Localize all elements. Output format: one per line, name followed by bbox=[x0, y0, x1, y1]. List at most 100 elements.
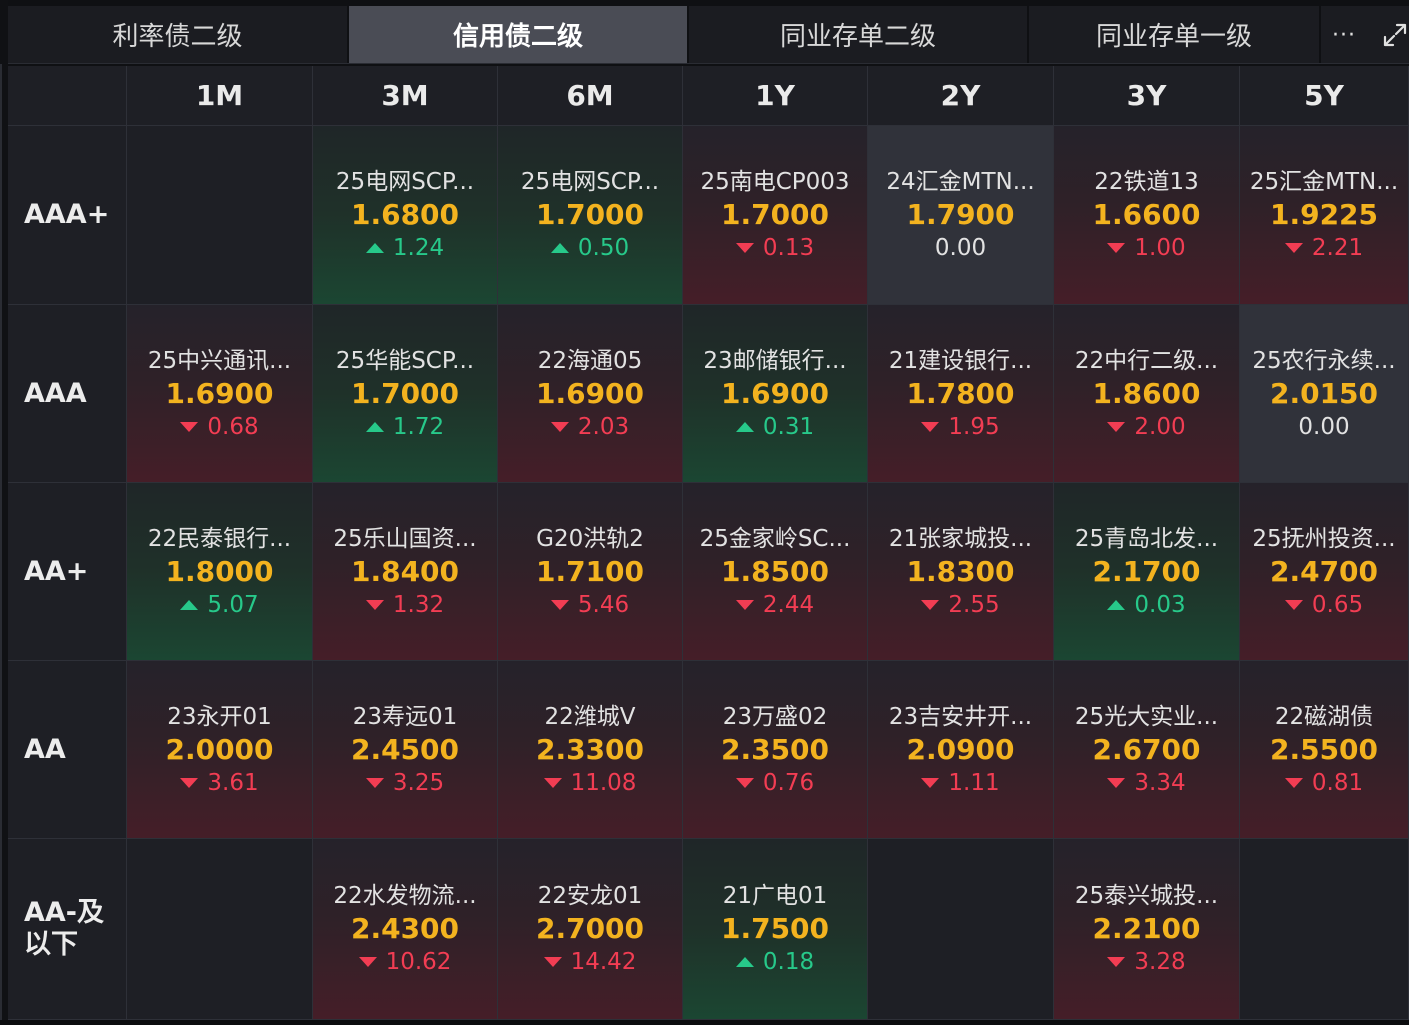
bond-yield: 2.4500 bbox=[350, 732, 460, 766]
bond-name: 25华能SCP... bbox=[335, 347, 475, 374]
triangle-up-icon bbox=[735, 421, 754, 432]
change-value: 1.72 bbox=[392, 413, 445, 440]
expand-icon[interactable] bbox=[1378, 20, 1409, 50]
bond-quote-cell[interactable]: 25抚州投资... 2.4700 0.65 bbox=[1240, 483, 1409, 661]
change-value: 0.65 bbox=[1311, 591, 1364, 618]
tab-credit-secondary[interactable]: 信用债二级 bbox=[349, 6, 689, 63]
yield-change: 14.42 bbox=[543, 946, 636, 978]
change-value: 0.00 bbox=[934, 235, 987, 261]
rating-label: AAA+ bbox=[8, 126, 127, 305]
rating-label: AA-及 以下 bbox=[8, 839, 127, 1020]
bond-quote-cell[interactable]: 22民泰银行... 1.8000 5.07 bbox=[127, 483, 313, 661]
bond-quote-cell[interactable]: 21广电01 1.7500 0.18 bbox=[683, 839, 868, 1020]
tab-ncd-primary[interactable]: 同业存单一级 bbox=[1029, 6, 1321, 63]
triangle-down-icon bbox=[550, 599, 569, 610]
change-value: 0.76 bbox=[762, 769, 815, 796]
bond-quote-cell[interactable]: 21张家城投... 1.8300 2.55 bbox=[868, 483, 1054, 661]
tab-ncd-secondary[interactable]: 同业存单二级 bbox=[689, 6, 1029, 63]
bond-quote-cell[interactable]: 23邮储银行... 1.6900 0.31 bbox=[683, 305, 868, 483]
triangle-down-icon bbox=[1107, 957, 1126, 967]
triangle-down-icon bbox=[735, 777, 754, 788]
bond-quote-cell[interactable]: 25电网SCP... 1.7000 0.50 bbox=[498, 126, 683, 305]
bond-quote-cell[interactable]: 25泰兴城投... 2.2100 3.28 bbox=[1054, 839, 1240, 1020]
triangle-down-icon bbox=[1107, 243, 1126, 253]
yield-change: 0.03 bbox=[1107, 589, 1186, 621]
change-value: 3.25 bbox=[392, 769, 445, 796]
empty-cell bbox=[1240, 839, 1409, 1020]
change-value: 0.68 bbox=[207, 413, 259, 440]
bond-name: 23永开01 bbox=[167, 703, 272, 730]
bond-quote-cell[interactable]: 23永开01 2.0000 3.61 bbox=[127, 661, 313, 839]
bond-quote-cell[interactable]: 22磁湖债 2.5500 0.81 bbox=[1240, 661, 1409, 839]
bond-quote-cell[interactable]: G20洪轨2 1.7100 5.46 bbox=[498, 483, 683, 661]
yield-change: 11.08 bbox=[543, 767, 637, 799]
yield-change: 0.65 bbox=[1284, 589, 1364, 621]
bond-quote-cell[interactable]: 22水发物流... 2.4300 10.62 bbox=[313, 839, 498, 1020]
bond-quote-cell[interactable]: 23吉安井开... 2.0900 1.11 bbox=[868, 661, 1054, 839]
bond-quote-cell[interactable]: 25华能SCP... 1.7000 1.72 bbox=[313, 305, 498, 483]
change-value: 1.32 bbox=[392, 591, 445, 618]
bond-name: 25泰兴城投... bbox=[1074, 883, 1219, 909]
bond-yield: 2.3300 bbox=[535, 732, 645, 766]
change-value: 0.00 bbox=[1298, 413, 1350, 440]
bond-quote-cell[interactable]: 25中兴通讯... 1.6900 0.68 bbox=[127, 305, 313, 483]
bond-yield: 2.7000 bbox=[535, 912, 645, 945]
bond-name: 22海通05 bbox=[537, 347, 643, 374]
triangle-down-icon bbox=[358, 957, 377, 967]
bond-quote-cell[interactable]: 23寿远01 2.4500 3.25 bbox=[313, 661, 498, 839]
bond-quote-cell[interactable]: 22铁道13 1.6600 1.00 bbox=[1054, 126, 1240, 305]
yield-change: 0.18 bbox=[735, 946, 815, 978]
bond-name: 25汇金MTN... bbox=[1249, 169, 1399, 195]
bond-quote-cell[interactable]: 24汇金MTN... 1.7900 0.00 bbox=[868, 126, 1054, 305]
bond-name: 23寿远01 bbox=[352, 703, 458, 730]
bond-name: 22安龙01 bbox=[537, 883, 643, 909]
yield-change: 0.81 bbox=[1284, 767, 1363, 799]
bond-quote-cell[interactable]: 25农行永续... 2.0150 0.00 bbox=[1240, 305, 1409, 483]
bottom-border bbox=[0, 1020, 1409, 1025]
change-value: 11.08 bbox=[570, 769, 637, 796]
triangle-up-icon bbox=[735, 957, 754, 967]
yield-change: 2.21 bbox=[1284, 232, 1363, 264]
term-header-1y: 1Y bbox=[683, 66, 868, 126]
bond-yield: 1.6900 bbox=[165, 376, 274, 410]
yield-change: 0.00 bbox=[1298, 411, 1349, 443]
term-header-2y: 2Y bbox=[868, 66, 1054, 126]
change-value: 0.50 bbox=[577, 235, 630, 261]
bond-yield: 2.3500 bbox=[720, 732, 830, 766]
empty-cell bbox=[868, 839, 1054, 1020]
bond-quote-cell[interactable]: 25南电CP003 1.7000 0.13 bbox=[683, 126, 868, 305]
bond-quote-cell[interactable]: 22海通05 1.6900 2.03 bbox=[498, 305, 683, 483]
bond-yield: 2.0150 bbox=[1269, 376, 1379, 410]
change-value: 0.18 bbox=[762, 949, 815, 975]
triangle-down-icon bbox=[1107, 421, 1126, 432]
tab-rates-secondary[interactable]: 利率债二级 bbox=[8, 6, 349, 63]
bond-quote-cell[interactable]: 25青岛北发... 2.1700 0.03 bbox=[1054, 483, 1240, 661]
bond-yield: 1.8000 bbox=[165, 554, 274, 588]
yield-change: 0.31 bbox=[735, 411, 814, 443]
bond-name: 23吉安井开... bbox=[888, 703, 1033, 730]
yield-change: 2.03 bbox=[550, 411, 629, 443]
bond-quote-cell[interactable]: 25电网SCP... 1.6800 1.24 bbox=[313, 126, 498, 305]
yield-change: 1.24 bbox=[365, 232, 444, 264]
term-header-3y: 3Y bbox=[1054, 66, 1240, 126]
bond-yield: 1.7000 bbox=[350, 376, 460, 410]
empty-cell bbox=[127, 126, 313, 305]
bond-quote-cell[interactable]: 23万盛02 2.3500 0.76 bbox=[683, 661, 868, 839]
bond-quote-cell[interactable]: 25金家岭SC... 1.8500 2.44 bbox=[683, 483, 868, 661]
bond-name: 25乐山国资... bbox=[333, 525, 477, 552]
bond-name: 25光大实业... bbox=[1074, 703, 1219, 730]
bond-quote-cell[interactable]: 22安龙01 2.7000 14.42 bbox=[498, 839, 683, 1020]
more-icon[interactable]: ··· bbox=[1324, 20, 1364, 50]
bond-name: G20洪轨2 bbox=[536, 525, 644, 552]
yield-change: 1.72 bbox=[365, 411, 445, 443]
change-value: 10.62 bbox=[385, 949, 452, 975]
bond-quote-cell[interactable]: 25光大实业... 2.6700 3.34 bbox=[1054, 661, 1240, 839]
bond-quote-cell[interactable]: 22潍城V 2.3300 11.08 bbox=[498, 661, 683, 839]
bond-quote-cell[interactable]: 25乐山国资... 1.8400 1.32 bbox=[313, 483, 498, 661]
corner-header bbox=[8, 66, 127, 126]
bond-quote-cell[interactable]: 22中行二级... 1.8600 2.00 bbox=[1054, 305, 1240, 483]
change-value: 2.00 bbox=[1134, 413, 1186, 440]
bond-quote-cell[interactable]: 25汇金MTN... 1.9225 2.21 bbox=[1240, 126, 1409, 305]
bond-quote-cell[interactable]: 21建设银行... 1.7800 1.95 bbox=[868, 305, 1054, 483]
triangle-up-icon bbox=[365, 243, 384, 253]
